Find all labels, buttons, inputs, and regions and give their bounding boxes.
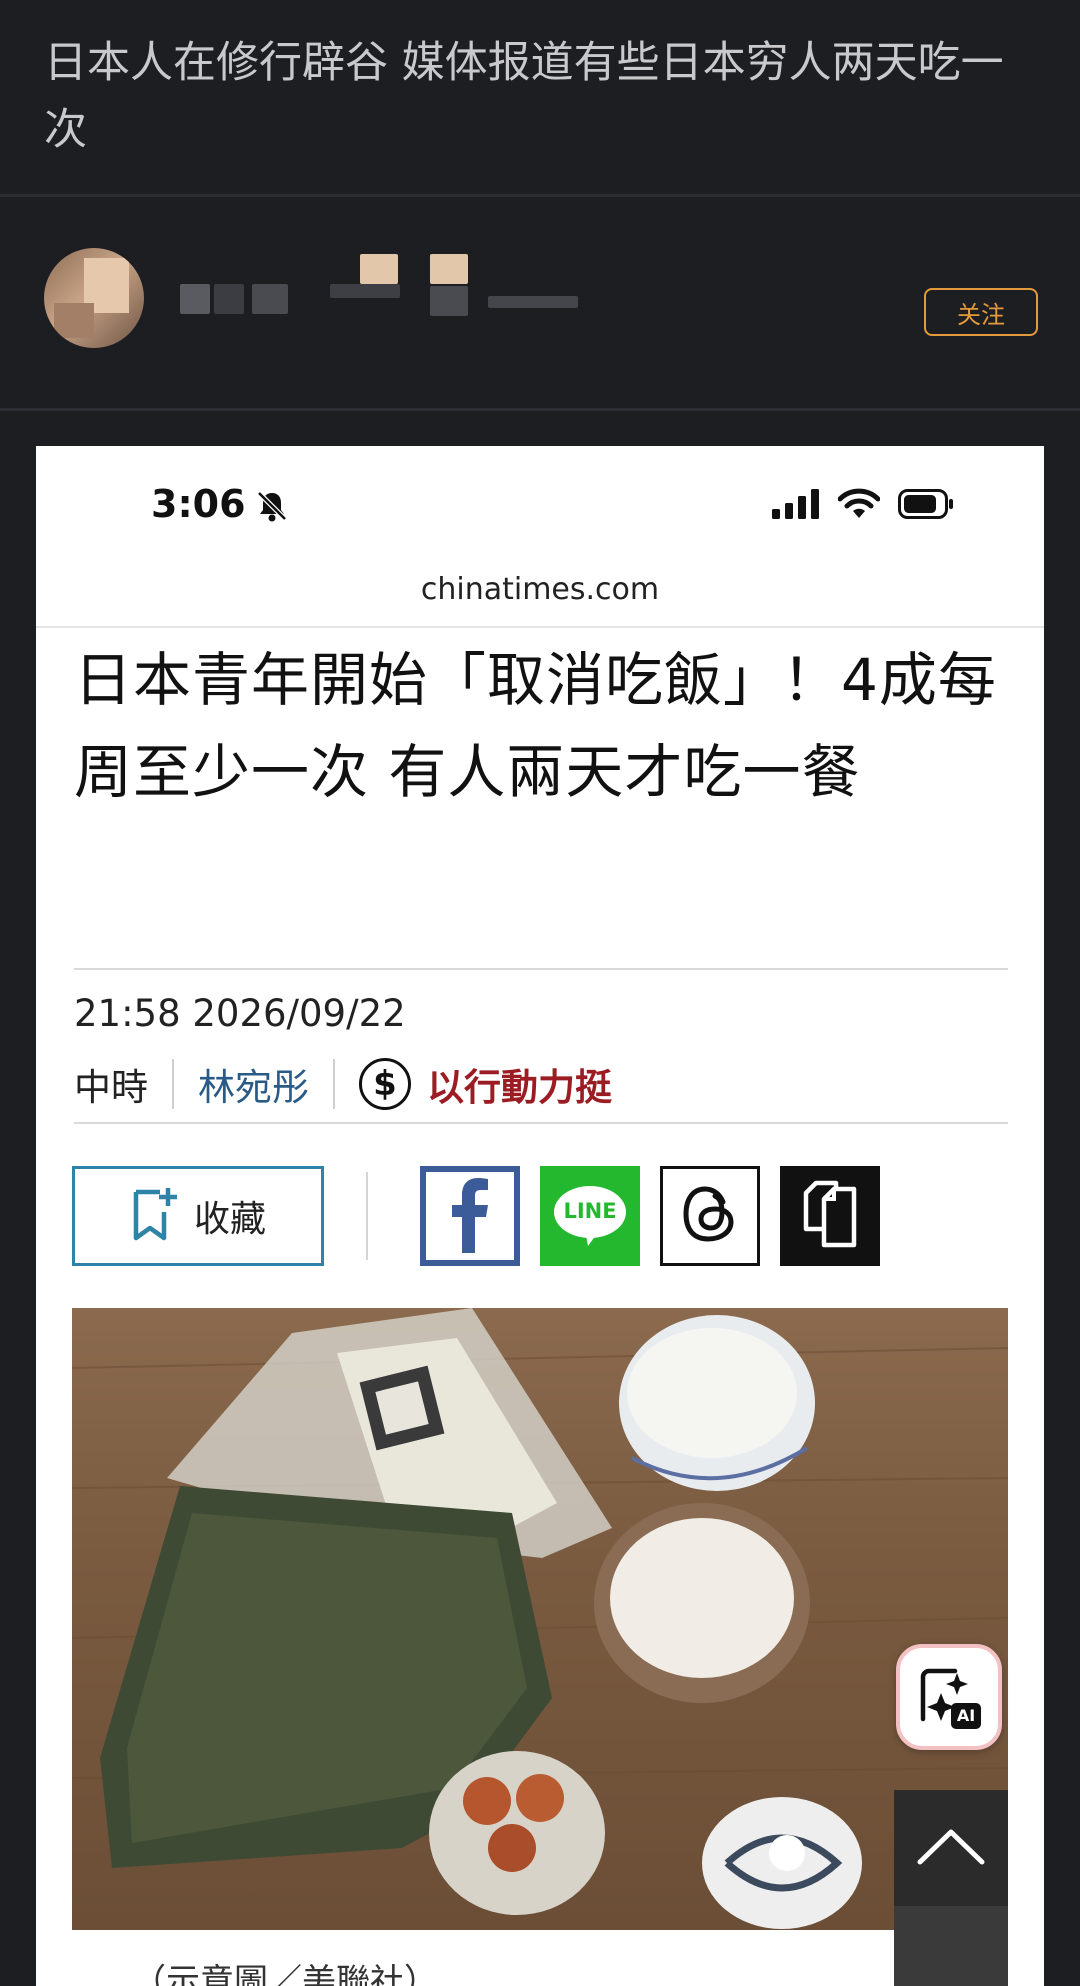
blurred-author-name — [180, 284, 210, 314]
chevron-up-icon — [916, 1826, 986, 1870]
avatar[interactable] — [44, 248, 144, 348]
article-photo — [72, 1308, 1008, 1930]
battery-icon — [898, 489, 954, 523]
collect-label: 收藏 — [193, 1199, 266, 1240]
status-time: 3:06 — [151, 482, 246, 526]
author-row: 关注 — [0, 200, 1080, 410]
bottom-overlay — [894, 1906, 1008, 1986]
status-icons — [772, 488, 954, 524]
support-action-link[interactable]: 以行動力挺 — [427, 1057, 612, 1111]
post-title: 日本人在修行辟谷 媒体报道有些日本穷人两天吃一次 — [44, 38, 1004, 155]
threads-share-button[interactable] — [660, 1166, 760, 1266]
meta-divider — [172, 1059, 174, 1109]
meta-divider — [333, 1059, 335, 1109]
facebook-share-button[interactable] — [420, 1166, 520, 1266]
facebook-icon — [440, 1175, 500, 1257]
bookmark-plus-icon — [130, 1184, 180, 1248]
ai-label: AI — [956, 1706, 976, 1725]
back-to-top-button[interactable] — [894, 1790, 1008, 1906]
blurred-author-name — [330, 284, 400, 298]
article-author[interactable]: 林宛彤 — [198, 1057, 309, 1111]
blurred-author-name — [214, 284, 244, 314]
domain-divider — [36, 626, 1044, 628]
author-divider — [0, 408, 1080, 411]
line-share-button[interactable]: LINE — [540, 1166, 640, 1266]
blurred-author-meta — [360, 254, 398, 284]
wifi-icon — [837, 488, 881, 524]
line-icon: LINE — [552, 1185, 628, 1247]
blurred-author-meta — [430, 286, 468, 316]
threads-icon — [681, 1184, 739, 1248]
article-screenshot: 3:06 chinatimes.com 日本青年開始「取消吃飯」！4成每周至少一… — [36, 446, 1044, 1986]
follow-button[interactable]: 关注 — [924, 288, 1038, 336]
article-timestamp: 21:58 2026/09/22 — [74, 992, 406, 1035]
phone-status-bar: 3:06 — [36, 446, 1044, 556]
collect-button[interactable]: 收藏 — [72, 1166, 324, 1266]
ai-assistant-button[interactable]: AI — [896, 1644, 1002, 1750]
article-source[interactable]: 中時 — [74, 1057, 148, 1111]
dollar-icon[interactable]: $ — [359, 1058, 411, 1110]
blurred-author-meta — [488, 296, 578, 308]
site-domain: chinatimes.com — [420, 572, 660, 607]
share-divider — [366, 1172, 368, 1260]
signal-icon — [772, 489, 820, 523]
blurred-author-name — [252, 284, 288, 314]
header-divider — [0, 194, 1080, 197]
article-meta: 中時 林宛彤 $ 以行動力挺 — [74, 1054, 612, 1114]
share-row: 收藏 LINE — [72, 1166, 1012, 1268]
bell-off-icon — [254, 488, 290, 528]
ai-sparkle-icon: AI — [915, 1663, 983, 1731]
copy-icon — [800, 1179, 860, 1253]
line-label: LINE — [563, 1199, 617, 1223]
copy-link-button[interactable] — [780, 1166, 880, 1266]
headline-divider — [74, 968, 1008, 970]
blurred-author-meta — [430, 254, 468, 284]
photo-caption: （示意圖／美聯社） — [132, 1962, 438, 1986]
meta-divider-line — [74, 1122, 1008, 1124]
article-headline: 日本青年開始「取消吃飯」！4成每周至少一次 有人兩天才吃一餐 — [74, 646, 997, 806]
